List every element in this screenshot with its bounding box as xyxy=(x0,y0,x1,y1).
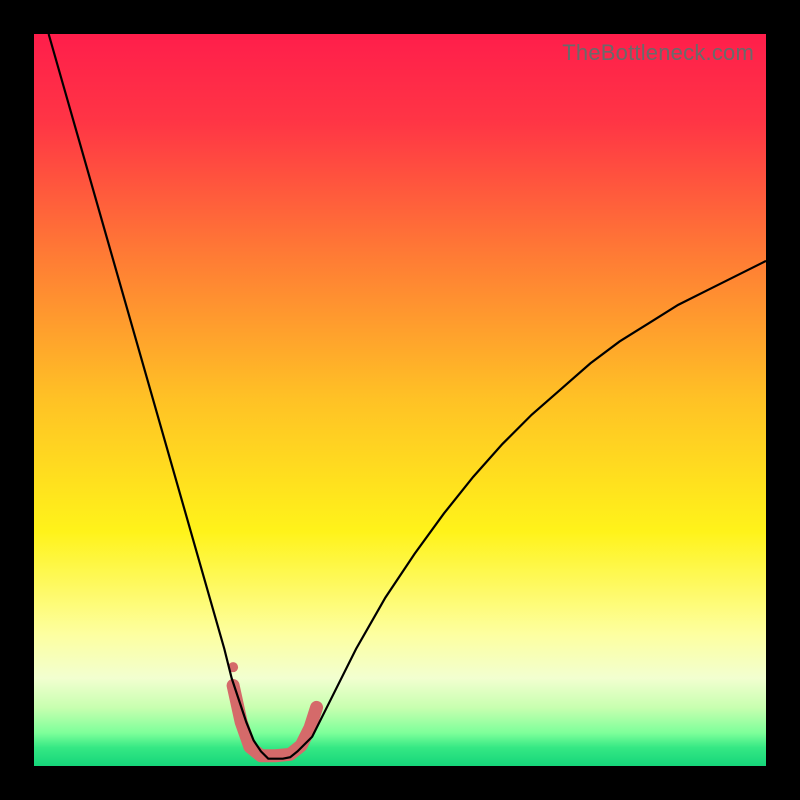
chart-frame: TheBottleneck.com xyxy=(0,0,800,800)
plot-area: TheBottleneck.com xyxy=(34,34,766,766)
watermark-text: TheBottleneck.com xyxy=(562,40,754,66)
heat-gradient-background xyxy=(34,34,766,766)
chart-svg xyxy=(34,34,766,766)
